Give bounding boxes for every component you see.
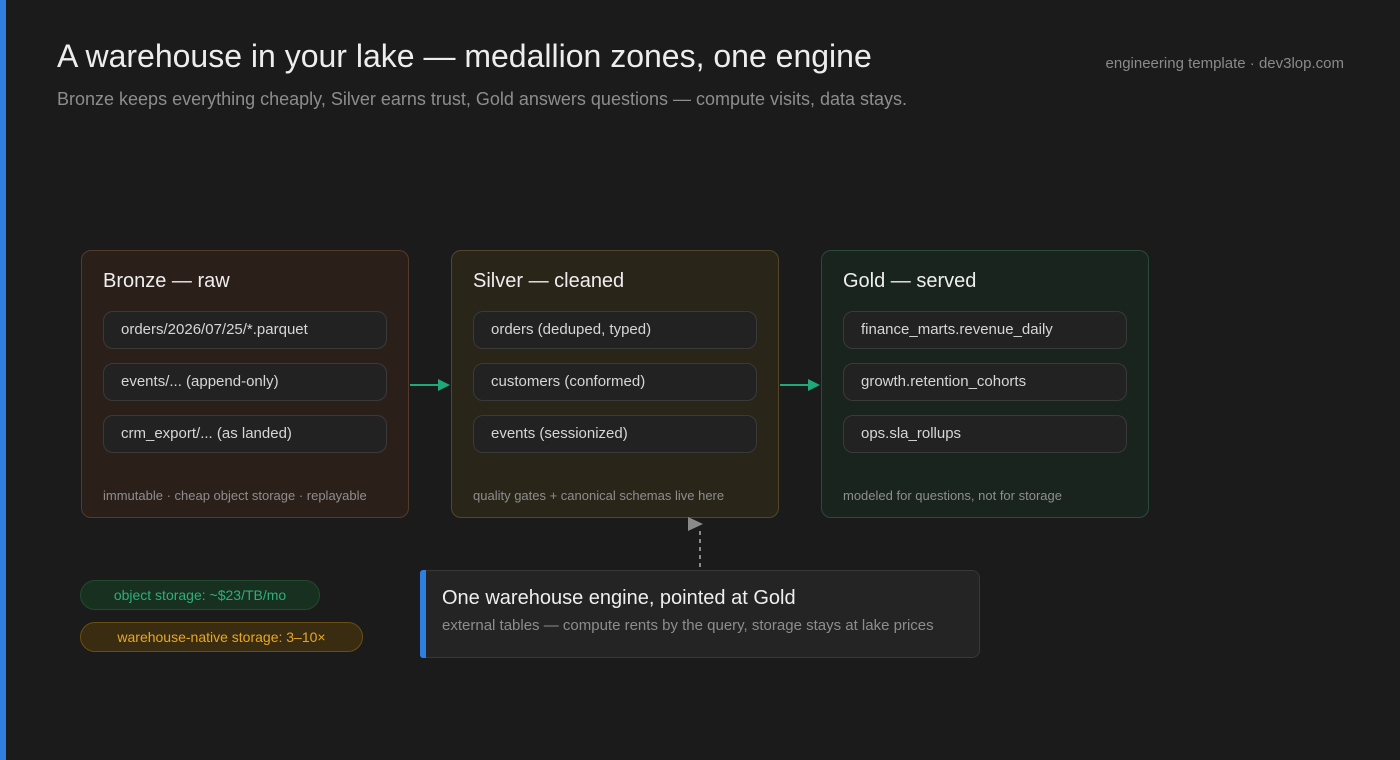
accent-rail <box>0 0 6 760</box>
object-storage-badge: object storage: ~$23/TB/mo <box>80 580 320 610</box>
flow-arrow-bronze-silver <box>410 379 450 391</box>
engine-callout: One warehouse engine, pointed at Gold ex… <box>420 570 980 658</box>
engine-link-arrow <box>688 517 703 569</box>
zone-item: events (sessionized) <box>473 415 757 453</box>
page-title: A warehouse in your lake — medallion zon… <box>57 38 872 74</box>
zone-note: modeled for questions, not for storage <box>843 488 1062 503</box>
zone-item: finance_marts.revenue_daily <box>843 311 1127 349</box>
zone-title: Bronze — raw <box>103 270 230 292</box>
callout-body: external tables — compute rents by the q… <box>442 617 934 634</box>
callout-title: One warehouse engine, pointed at Gold <box>442 587 796 609</box>
warehouse-storage-badge: warehouse-native storage: 3–10× <box>80 622 363 652</box>
zone-item: events/... (append-only) <box>103 363 387 401</box>
page-subtitle: Bronze keeps everything cheaply, Silver … <box>57 89 908 109</box>
zone-item: ops.sla_rollups <box>843 415 1127 453</box>
zone-item: growth.retention_cohorts <box>843 363 1127 401</box>
zone-item: orders/2026/07/25/*.parquet <box>103 311 387 349</box>
zone-note: immutable · cheap object storage · repla… <box>103 488 367 503</box>
brand-label: engineering template · dev3lop.com <box>1105 55 1344 72</box>
callout-accent-bar <box>420 570 426 658</box>
zone-title: Silver — cleaned <box>473 270 625 292</box>
zone-silver: Silver — cleaned orders (deduped, typed)… <box>451 250 779 518</box>
zone-bronze: Bronze — raw orders/2026/07/25/*.parquet… <box>81 250 409 518</box>
zone-item: crm_export/... (as landed) <box>103 415 387 453</box>
zone-gold: Gold — served finance_marts.revenue_dail… <box>821 250 1149 518</box>
zone-item: orders (deduped, typed) <box>473 311 757 349</box>
flow-arrow-silver-gold <box>780 379 820 391</box>
zone-note: quality gates + canonical schemas live h… <box>473 488 725 503</box>
zone-title: Gold — served <box>843 270 977 292</box>
zone-item: customers (conformed) <box>473 363 757 401</box>
